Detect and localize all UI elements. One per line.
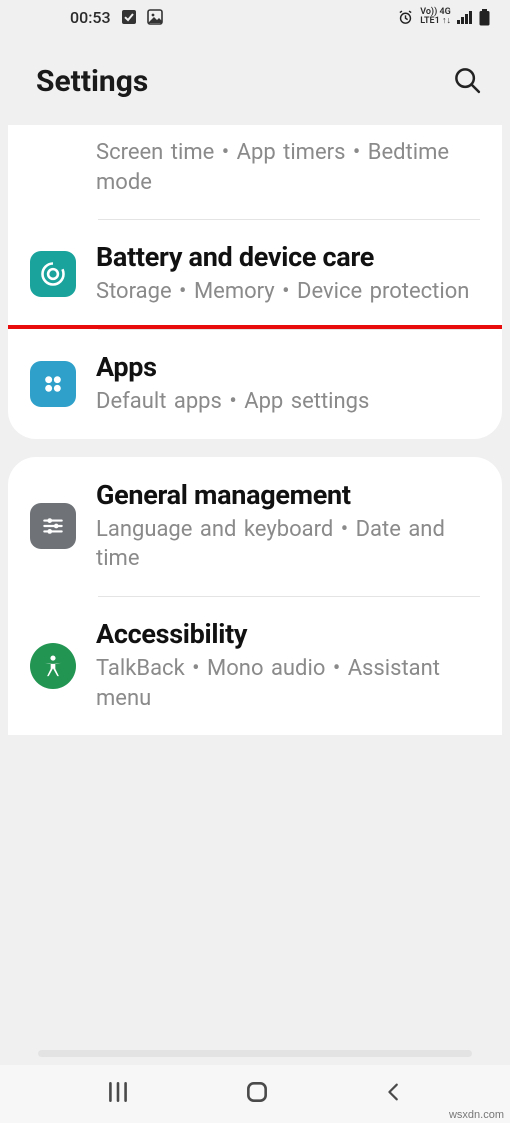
item-subtitle: Language and keyboard • Date and time xyxy=(96,515,476,574)
status-bar: 00:53 Vo)) 4G LTE1 ↑↓ xyxy=(0,0,510,34)
page-title: Settings xyxy=(36,64,148,99)
settings-item-battery-device-care[interactable]: Battery and device care Storage • Memory… xyxy=(8,219,502,329)
navigation-bar xyxy=(0,1065,510,1123)
item-subtitle: TalkBack • Mono audio • Assistant menu xyxy=(96,654,476,713)
item-title: Apps xyxy=(96,351,476,384)
watermark: wsxdn.com xyxy=(449,1109,504,1121)
item-title: Accessibility xyxy=(96,618,476,651)
back-icon xyxy=(383,1079,405,1105)
item-subtitle: Storage • Memory • Device protection xyxy=(96,277,476,307)
clock-time: 00:53 xyxy=(70,8,111,27)
search-button[interactable] xyxy=(452,65,482,99)
settings-item-accessibility[interactable]: Accessibility TalkBack • Mono audio • As… xyxy=(8,596,502,735)
accessibility-icon xyxy=(30,643,76,689)
recents-button[interactable] xyxy=(105,1079,131,1109)
settings-group-general: General management Language and keyboard… xyxy=(8,457,502,736)
back-button[interactable] xyxy=(383,1079,405,1109)
item-title: General management xyxy=(96,479,476,512)
alarm-icon xyxy=(397,9,414,26)
settings-item-digital-wellbeing[interactable]: Screen time • App timers • Bedtime mode xyxy=(8,125,502,219)
settings-item-apps[interactable]: Apps Default apps • App settings xyxy=(8,325,502,439)
apps-icon xyxy=(30,361,76,407)
item-title: Battery and device care xyxy=(96,241,476,274)
item-subtitle: Screen time • App timers • Bedtime mode xyxy=(96,138,476,197)
search-icon xyxy=(452,65,482,95)
checkbox-done-icon xyxy=(121,9,137,25)
item-subtitle: Default apps • App settings xyxy=(96,387,476,417)
home-icon xyxy=(244,1079,270,1105)
network-text-icon: Vo)) 4G LTE1 ↑↓ xyxy=(420,8,451,26)
signal-bars-icon xyxy=(457,10,473,24)
settings-item-general-management[interactable]: General management Language and keyboard… xyxy=(8,457,502,596)
device-care-icon xyxy=(30,251,76,297)
home-button[interactable] xyxy=(244,1079,270,1109)
recents-icon xyxy=(105,1079,131,1105)
battery-icon xyxy=(479,9,490,26)
scroll-indicator xyxy=(38,1050,472,1057)
settings-group-device: Screen time • App timers • Bedtime mode … xyxy=(8,125,502,439)
image-icon xyxy=(147,9,163,25)
general-management-icon xyxy=(30,503,76,549)
page-header: Settings xyxy=(0,34,510,125)
